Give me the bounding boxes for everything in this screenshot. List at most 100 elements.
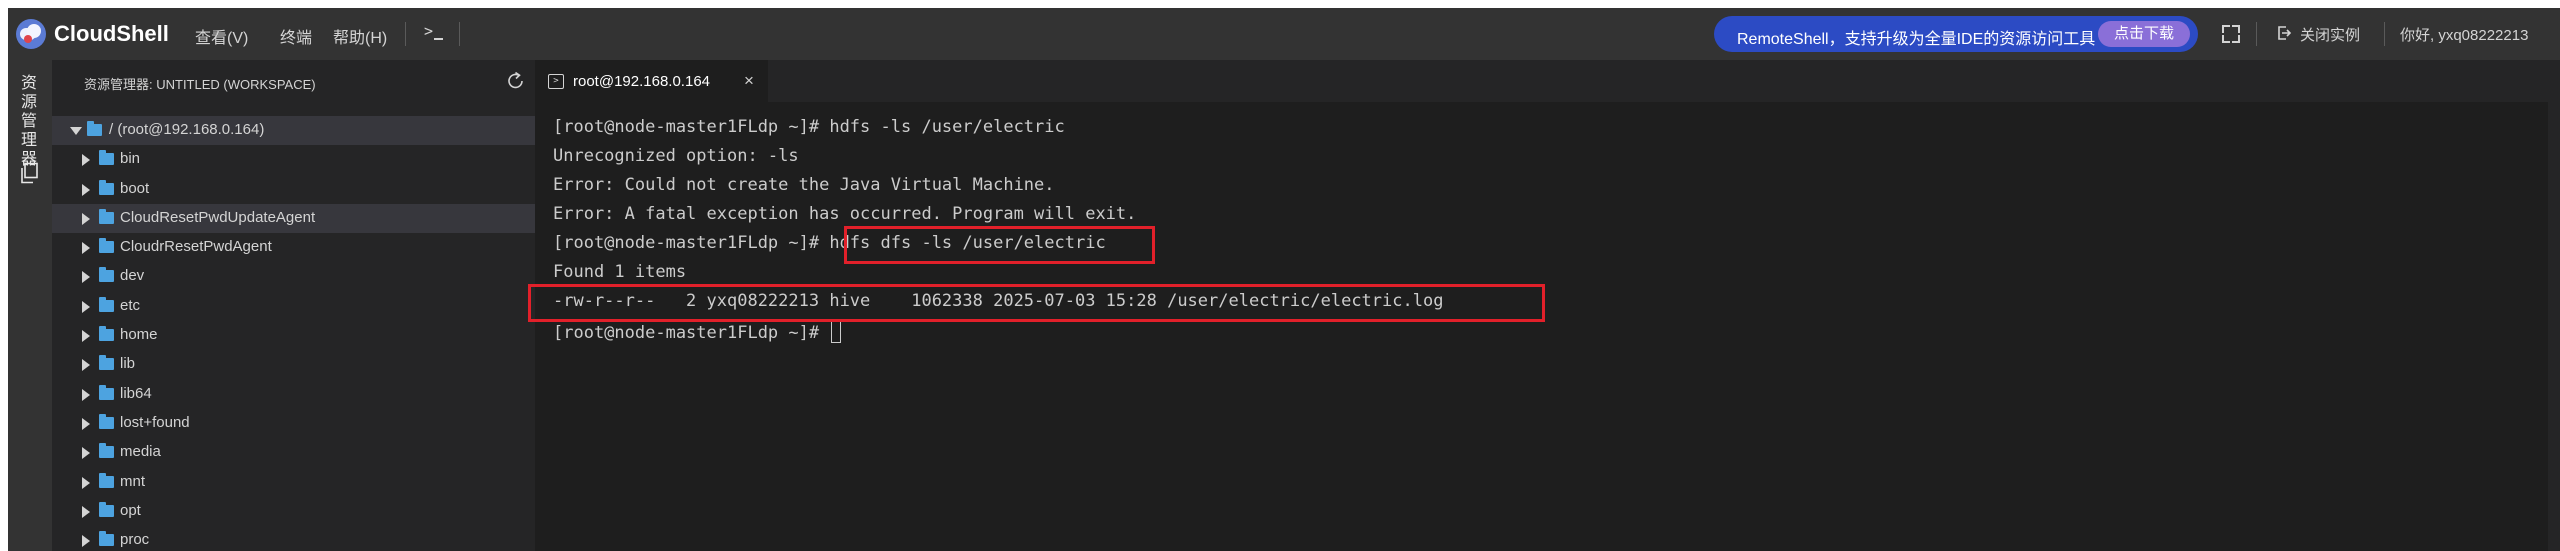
chevron-right-icon[interactable] [82, 447, 90, 460]
tree-item-media[interactable]: media [52, 438, 535, 467]
editor-area: > root@192.168.0.164 × [root@node-master… [528, 60, 2560, 551]
tree-item-label: boot [120, 179, 150, 197]
terminal-icon: > [548, 74, 564, 89]
header-divider [2256, 22, 2257, 46]
folder-icon [99, 384, 114, 400]
files-icon[interactable] [19, 162, 39, 184]
chevron-right-icon[interactable] [82, 535, 90, 548]
chevron-right-icon[interactable] [82, 476, 90, 489]
tree-item-label: CloudrResetPwdAgent [120, 238, 272, 256]
tree-item-label: lib64 [120, 384, 152, 402]
chevron-right-icon[interactable] [82, 271, 90, 284]
tree-item-bin[interactable]: bin [52, 145, 535, 174]
folder-icon [99, 413, 114, 429]
tree-item-label: opt [120, 501, 141, 519]
cloudshell-logo-icon [16, 19, 46, 49]
tree-item-label: dev [120, 267, 145, 285]
chevron-right-icon[interactable] [82, 212, 90, 225]
chevron-down-icon[interactable] [70, 127, 82, 135]
tree-item-label: home [120, 326, 158, 344]
chevron-right-icon[interactable] [82, 183, 90, 196]
close-icon[interactable]: × [744, 71, 754, 91]
folder-icon [99, 296, 114, 312]
tree-item-lib64[interactable]: lib64 [52, 380, 535, 409]
header-divider [2384, 22, 2385, 46]
tree-item-boot[interactable]: boot [52, 175, 535, 204]
chevron-right-icon[interactable] [82, 330, 90, 343]
folder-icon [99, 150, 114, 166]
highlight-result-box [528, 284, 1545, 322]
tab-bar: > root@192.168.0.164 × [536, 60, 2560, 103]
terminal-cursor [831, 320, 842, 343]
chevron-right-icon[interactable] [82, 505, 90, 518]
folder-icon [99, 179, 114, 195]
tab-terminal[interactable]: > root@192.168.0.164 × [536, 60, 768, 103]
terminal-line: Unrecognized option: -ls [553, 146, 799, 166]
tree-item-label: lib [120, 355, 136, 373]
tree-item-label: bin [120, 150, 141, 168]
chevron-right-icon[interactable] [82, 154, 90, 167]
menu-terminal[interactable]: 终端 [280, 24, 312, 48]
tree-item-cloudresetpwdupdateagent[interactable]: CloudResetPwdUpdateAgent [52, 203, 535, 234]
activity-bar: 资源管理器 [8, 60, 53, 551]
tree-item-proc[interactable]: proc [52, 526, 535, 551]
tree-item-label: proc [120, 531, 150, 549]
menu-divider [405, 22, 406, 46]
exit-icon[interactable] [2276, 25, 2292, 41]
terminal-line: Error: A fatal exception has occurred. P… [553, 204, 1137, 224]
folder-icon [99, 238, 114, 254]
chevron-right-icon[interactable] [82, 242, 90, 255]
menu-help[interactable]: 帮助(H) [333, 24, 387, 48]
terminal-scrollbar[interactable] [2548, 102, 2560, 551]
chevron-right-icon[interactable] [82, 417, 90, 430]
folder-icon [99, 326, 114, 342]
highlight-command-box [844, 226, 1155, 264]
folder-icon [99, 355, 114, 371]
folder-icon [99, 472, 114, 488]
folder-icon [87, 121, 102, 136]
refresh-icon[interactable] [505, 70, 527, 92]
tree-item-label: lost+found [120, 413, 190, 431]
terminal-output[interactable]: [root@node-master1FLdp ~]# hdfs -ls /use… [528, 102, 2560, 551]
tree-item-dev[interactable]: dev [52, 262, 535, 291]
chevron-right-icon[interactable] [82, 388, 90, 401]
tree-root-label: / (root@192.168.0.164) [109, 121, 265, 138]
explorer-tab-label[interactable]: 资源管理器 [19, 74, 39, 169]
fullscreen-icon[interactable] [2222, 25, 2240, 43]
close-instance-button[interactable]: 关闭实例 [2300, 24, 2360, 45]
terminal-prompt-line: [root@node-master1FLdp ~]# [553, 320, 842, 343]
menu-divider [459, 22, 460, 46]
download-button[interactable]: 点击下载 [2098, 21, 2190, 47]
tree-item-opt[interactable]: opt [52, 497, 535, 526]
tree-item-lib[interactable]: lib [52, 350, 535, 379]
chevron-right-icon[interactable] [82, 359, 90, 372]
menu-view[interactable]: 查看(V) [195, 24, 248, 48]
tree-item-home[interactable]: home [52, 321, 535, 350]
tree-item-lost-found[interactable]: lost+found [52, 409, 535, 438]
tree-item-etc[interactable]: etc [52, 292, 535, 321]
chevron-right-icon[interactable] [82, 300, 90, 313]
folder-icon [99, 267, 114, 283]
tree-item-mnt[interactable]: mnt [52, 468, 535, 497]
terminal-line: Found 1 items [553, 262, 687, 282]
folder-icon [99, 208, 114, 224]
cloudshell-window: CloudShell 查看(V) 终端 帮助(H) > RemoteShell，… [8, 8, 2560, 551]
terminal-line: [root@node-master1FLdp ~]# hdfs -ls /use… [553, 117, 1065, 137]
folder-icon [99, 501, 114, 517]
explorer-title: 资源管理器: UNTITLED (WORKSPACE) [84, 77, 316, 92]
terminal-line: Error: Could not create the Java Virtual… [553, 175, 1055, 195]
tree-item-label: etc [120, 296, 141, 314]
explorer-sidebar: 资源管理器: UNTITLED (WORKSPACE) / (root@192.… [52, 60, 535, 551]
tree-item-label: CloudResetPwdUpdateAgent [120, 208, 316, 226]
remoteshell-banner: RemoteShell，支持升级为全量IDE的资源访问工具 点击下载 [1714, 16, 2198, 52]
tree-item-label: media [120, 443, 161, 461]
folder-icon [99, 443, 114, 459]
tree-item-label: mnt [120, 472, 146, 490]
top-bar: CloudShell 查看(V) 终端 帮助(H) > RemoteShell，… [8, 8, 2560, 60]
new-terminal-icon[interactable]: > [421, 21, 447, 47]
terminal-prompt: [root@node-master1FLdp ~]# [553, 323, 830, 343]
tree-item-cloudrresetpwdagent[interactable]: CloudrResetPwdAgent [52, 233, 535, 262]
banner-text: RemoteShell，支持升级为全量IDE的资源访问工具 [1737, 31, 2096, 48]
user-greeting[interactable]: 你好, yxq08222213 [2400, 24, 2528, 45]
tree-root[interactable]: / (root@192.168.0.164) [52, 116, 535, 146]
